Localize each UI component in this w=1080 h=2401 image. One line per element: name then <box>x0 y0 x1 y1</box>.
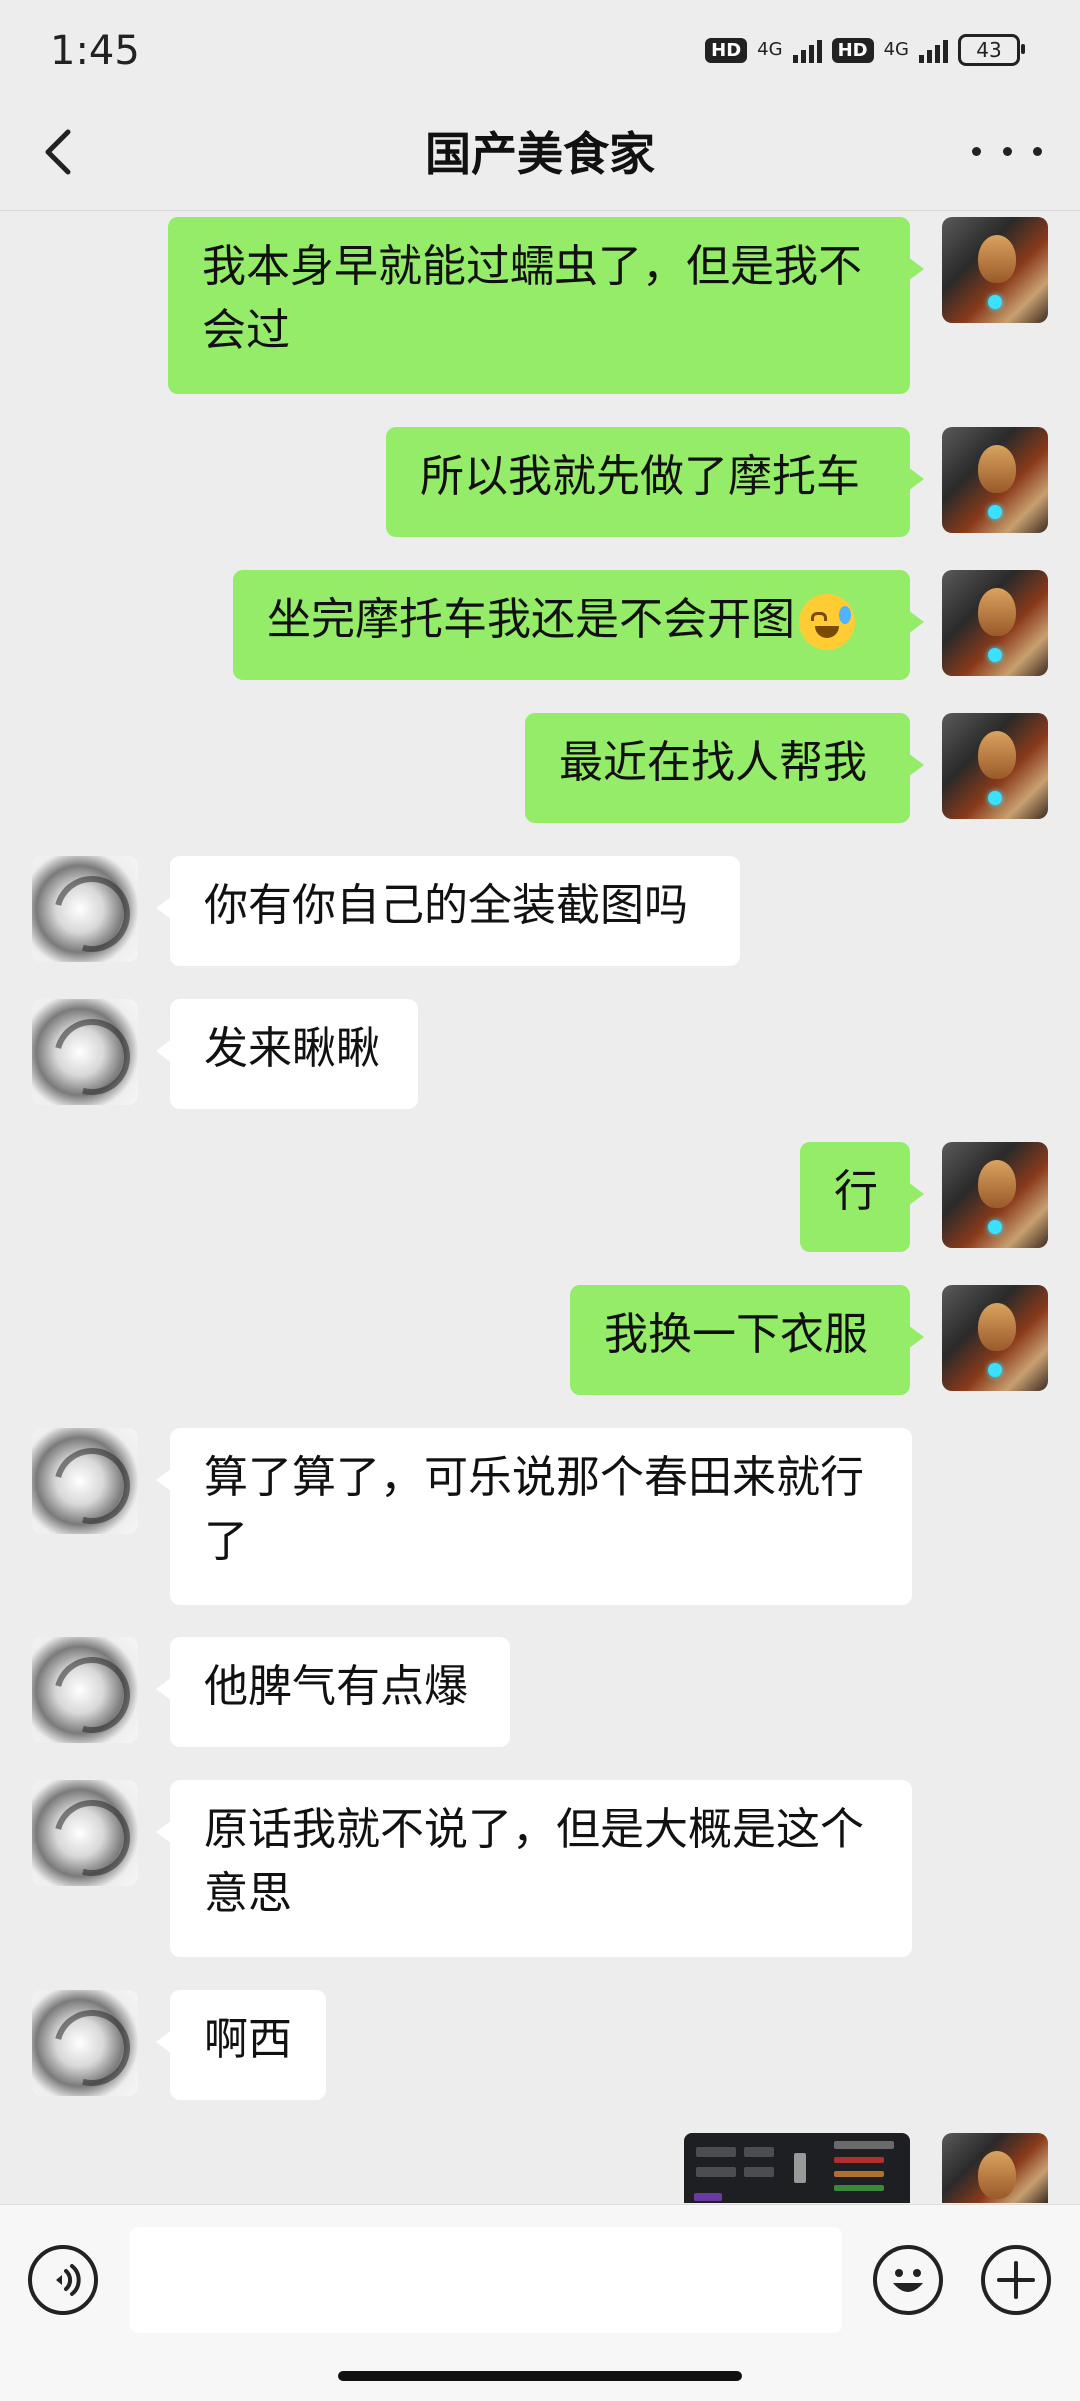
plus-icon <box>997 2261 1035 2299</box>
contact-message-bubble[interactable]: 他脾气有点爆 <box>156 1637 510 1747</box>
hd-badge-2: HD <box>831 37 874 63</box>
signal-icon-2 <box>919 37 948 63</box>
network-indicator-2: 4G <box>884 41 909 59</box>
more-button[interactable] <box>972 126 1042 176</box>
system-indicators: HD 4G HD 4G 43 <box>705 30 1025 70</box>
message-text: 算了算了，可乐说那个春田来就行了 <box>204 1452 864 1567</box>
contact-message-bubble[interactable]: 你有你自己的全装截图吗 <box>156 856 740 966</box>
my-avatar[interactable] <box>942 1142 1048 1248</box>
dot <box>972 146 981 156</box>
message-text: 所以我就先做了摩托车 <box>420 451 860 502</box>
my-message-bubble[interactable]: 坐完摩托车我还是不会开图 <box>233 570 924 680</box>
message-text: 你有你自己的全装截图吗 <box>204 880 688 931</box>
message-text: 发来瞅瞅 <box>204 1023 380 1074</box>
my-message-bubble[interactable]: 我本身早就能过蠕虫了，但是我不会过 <box>168 217 924 394</box>
battery-icon: 43 <box>958 34 1025 66</box>
message-text: 啊西 <box>204 2014 292 2065</box>
more-functions-button[interactable] <box>981 2245 1051 2315</box>
contact-avatar[interactable] <box>32 1428 138 1534</box>
status-time: 1:45 <box>50 28 140 74</box>
hd-badge: HD <box>705 37 748 63</box>
my-avatar[interactable] <box>942 2133 1048 2203</box>
signal-icon <box>792 37 822 63</box>
emoji-button[interactable] <box>873 2245 943 2315</box>
voice-input-icon <box>56 2264 81 2296</box>
message-text: 我本身早就能过蠕虫了，但是我不会过 <box>202 241 862 356</box>
network-indicator: 4G <box>757 41 782 59</box>
message-text: 最近在找人帮我 <box>559 737 867 788</box>
message-text: 坐完摩托车我还是不会开图 <box>267 594 795 645</box>
contact-message-bubble[interactable]: 算了算了，可乐说那个春田来就行了 <box>156 1428 912 1605</box>
my-avatar[interactable] <box>942 427 1048 533</box>
my-avatar[interactable] <box>942 570 1048 676</box>
my-avatar[interactable] <box>942 713 1048 819</box>
message-text: 行 <box>834 1166 878 1217</box>
my-avatar[interactable] <box>942 1285 1048 1391</box>
contact-message-bubble[interactable]: 发来瞅瞅 <box>156 999 418 1109</box>
my-message-bubble[interactable]: 最近在找人帮我 <box>525 713 924 823</box>
network-type-2: 4G <box>883 39 909 60</box>
battery-level: 43 <box>976 38 1002 62</box>
network-type: 4G <box>757 39 783 60</box>
voice-input-button[interactable] <box>28 2245 98 2315</box>
contact-message-bubble[interactable]: 啊西 <box>156 1990 326 2100</box>
contact-avatar[interactable] <box>32 999 138 1105</box>
emoji-icon <box>893 2269 923 2292</box>
my-message-bubble[interactable]: 所以我就先做了摩托车 <box>386 427 924 537</box>
contact-avatar[interactable] <box>32 1637 138 1743</box>
chat-title: 国产美食家 <box>425 127 655 181</box>
message-text: 他脾气有点爆 <box>204 1661 468 1712</box>
contact-avatar[interactable] <box>32 1780 138 1886</box>
contact-avatar[interactable] <box>32 856 138 962</box>
status-bar: 1:45 HD 4G HD 4G 43 <box>0 0 1080 96</box>
my-avatar[interactable] <box>942 217 1048 323</box>
message-text: 原话我就不说了，但是大概是这个意思 <box>204 1804 864 1919</box>
game-screenshot-image[interactable] <box>684 2133 910 2203</box>
home-indicator[interactable] <box>338 2371 742 2381</box>
contact-message-bubble[interactable]: 原话我就不说了，但是大概是这个意思 <box>156 1780 912 1957</box>
my-message-bubble[interactable]: 行 <box>800 1142 924 1252</box>
message-text: 我换一下衣服 <box>604 1309 868 1360</box>
message-input[interactable] <box>130 2227 842 2333</box>
crying-laughing-emoji-icon <box>799 594 855 650</box>
dot <box>1002 146 1012 156</box>
contact-avatar[interactable] <box>32 1990 138 2096</box>
my-message-bubble[interactable]: 我换一下衣服 <box>570 1285 924 1395</box>
chat-header: 国产美食家 <box>0 96 1080 211</box>
dot <box>1033 146 1042 156</box>
